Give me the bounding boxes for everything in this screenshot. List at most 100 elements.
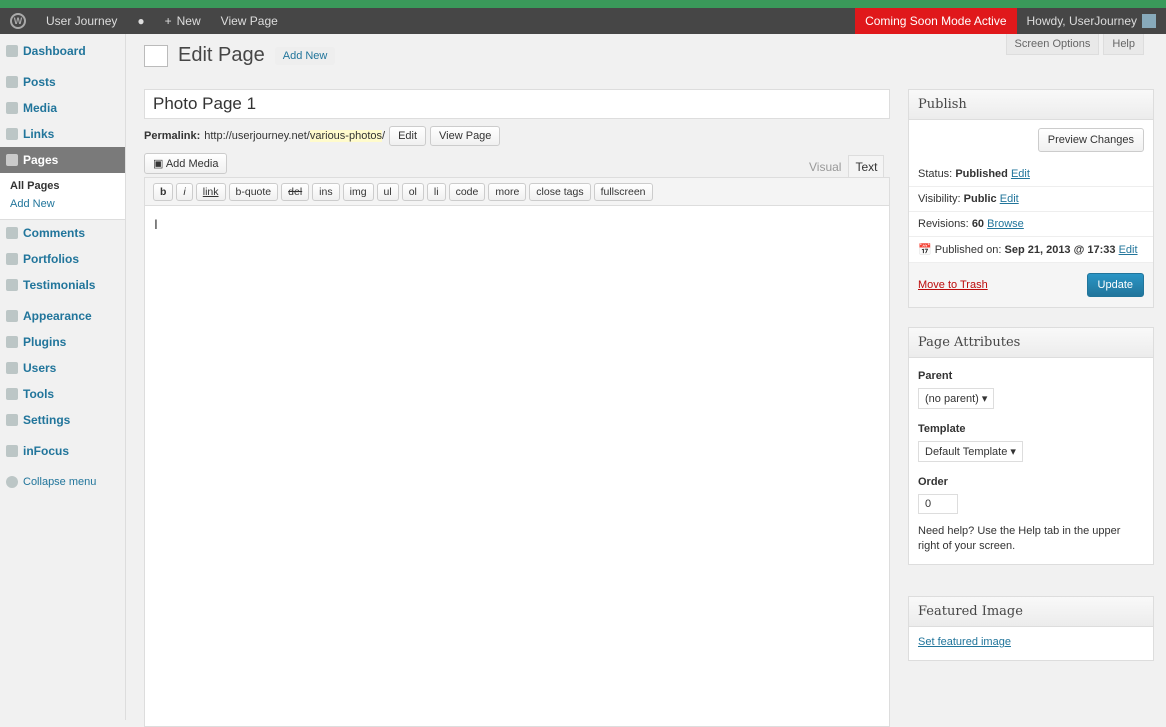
screen-options-button[interactable]: Screen Options xyxy=(1005,34,1100,55)
plugins-icon xyxy=(6,336,18,348)
tab-text[interactable]: Text xyxy=(848,155,885,179)
label: Pages xyxy=(23,153,59,167)
edit-visibility-link[interactable]: Edit xyxy=(1000,193,1019,205)
set-featured-image-link[interactable]: Set featured image xyxy=(918,636,1011,648)
calendar-icon: 📅 xyxy=(918,244,932,256)
status-value: Published xyxy=(955,168,1008,180)
edit-date-link[interactable]: Edit xyxy=(1119,244,1138,256)
label: Plugins xyxy=(23,335,67,349)
portfolio-icon xyxy=(6,253,18,265)
quicktag-ins-button[interactable]: ins xyxy=(312,182,340,201)
quicktag-img-button[interactable]: img xyxy=(342,182,374,201)
order-label: Order xyxy=(918,476,948,488)
edit-permalink-button[interactable]: Edit xyxy=(389,126,427,146)
content-editor[interactable]: b i link b-quote del ins img ul ol li code more clos… xyxy=(144,177,890,727)
sidebar-item-tools[interactable]: Tools xyxy=(0,381,125,407)
infocus-icon xyxy=(6,445,18,457)
quicktag-i-button[interactable]: i xyxy=(176,182,193,201)
collapse-menu-button[interactable]: Collapse menu xyxy=(0,469,125,495)
help-button[interactable]: Help xyxy=(1103,34,1144,55)
browse-revisions-link[interactable]: Browse xyxy=(987,218,1024,230)
sidebar-item-comments[interactable]: Comments xyxy=(0,220,125,246)
admin-sidebar: Dashboard Posts Media Links Pages All Pa… xyxy=(0,34,126,720)
wp-logo-menu[interactable]: W xyxy=(0,8,36,34)
publish-heading: Publish xyxy=(909,90,1153,120)
submenu-add-new[interactable]: Add New xyxy=(10,195,125,213)
quicktag-close-tags-button[interactable]: close tags xyxy=(529,182,591,201)
quicktag-fullscreen-button[interactable]: fullscreen xyxy=(593,182,653,201)
parent-select[interactable]: (no parent) ▾ xyxy=(918,388,995,409)
sidebar-item-portfolios[interactable]: Portfolios xyxy=(0,246,125,272)
link-icon xyxy=(6,128,18,140)
sidebar-item-links[interactable]: Links xyxy=(0,121,125,147)
new-content-menu[interactable]: + New xyxy=(155,8,211,34)
sidebar-item-appearance[interactable]: Appearance xyxy=(0,303,125,329)
sidebar-item-infocus[interactable]: inFocus xyxy=(0,438,125,464)
permalink-slug: various-photos xyxy=(309,130,382,142)
add-new-button[interactable]: Add New xyxy=(274,46,336,65)
label: Appearance xyxy=(23,309,92,323)
wordpress-icon: W xyxy=(10,13,26,29)
sidebar-item-testimonials[interactable]: Testimonials xyxy=(0,272,125,298)
quicktag-b-button[interactable]: b xyxy=(153,182,174,201)
quicktag-ol-button[interactable]: ol xyxy=(401,182,424,201)
sidebar-item-media[interactable]: Media xyxy=(0,95,125,121)
edit-status-link[interactable]: Edit xyxy=(1011,168,1030,180)
testimonials-icon xyxy=(6,279,18,291)
comments-icon xyxy=(6,227,18,239)
sidebar-item-settings[interactable]: Settings xyxy=(0,407,125,433)
pin-icon xyxy=(6,76,18,88)
appearance-icon xyxy=(6,310,18,322)
permalink-base: http://userjourney.net/ xyxy=(204,130,310,142)
quicktag-link-button[interactable]: link xyxy=(195,182,226,201)
template-label: Template xyxy=(918,423,966,435)
label: Users xyxy=(23,361,57,375)
add-media-label: Add Media xyxy=(165,158,219,170)
sidebar-item-plugins[interactable]: Plugins xyxy=(0,329,125,355)
quicktag-more-button[interactable]: more xyxy=(488,182,527,201)
label: Tools xyxy=(23,387,55,401)
howdy-label: Howdy, UserJourney xyxy=(1026,14,1137,28)
site-name-link[interactable]: User Journey xyxy=(36,8,127,34)
featured-image-box: Featured Image Set featured image xyxy=(908,596,1154,661)
sidebar-item-dashboard[interactable]: Dashboard xyxy=(0,38,125,64)
quicktag-b-quote-button[interactable]: b-quote xyxy=(228,182,279,201)
sidebar-item-pages[interactable]: Pages xyxy=(0,147,125,173)
view-page-button[interactable]: View Page xyxy=(430,126,501,146)
template-select[interactable]: Default Template ▾ xyxy=(918,441,1023,462)
page-attributes-heading: Page Attributes xyxy=(909,328,1153,358)
new-label: New xyxy=(176,14,201,28)
account-menu[interactable]: Howdy, UserJourney xyxy=(1017,8,1166,34)
preview-changes-button[interactable]: Preview Changes xyxy=(1037,128,1144,152)
permalink-url[interactable]: http://userjourney.net/various-photos/ xyxy=(204,130,385,142)
quicktag-code-button[interactable]: code xyxy=(448,182,486,201)
label: Portfolios xyxy=(23,252,79,266)
pages-icon xyxy=(144,44,168,67)
permalink-end: / xyxy=(382,130,386,142)
status-label: Status: xyxy=(918,168,953,180)
add-media-button[interactable]: ▣ Add Media xyxy=(144,153,228,174)
update-button[interactable]: Update xyxy=(1086,273,1144,297)
collapse-icon xyxy=(6,476,18,488)
move-to-trash-link[interactable]: Move to Trash xyxy=(918,279,988,291)
label: Dashboard xyxy=(23,44,86,58)
users-icon xyxy=(6,362,18,374)
coming-soon-badge[interactable]: Coming Soon Mode Active xyxy=(855,8,1017,34)
order-input[interactable]: 0 xyxy=(918,494,958,514)
label: Settings xyxy=(23,413,71,427)
sidebar-item-users[interactable]: Users xyxy=(0,355,125,381)
settings-icon xyxy=(6,414,18,426)
submenu-all-pages[interactable]: All Pages xyxy=(10,177,125,195)
title-input[interactable]: Photo Page 1 xyxy=(144,89,890,119)
sidebar-item-posts[interactable]: Posts xyxy=(0,69,125,95)
browser-bookmarks-bar xyxy=(0,0,1166,8)
tab-visual[interactable]: Visual xyxy=(802,155,848,179)
label: Collapse menu xyxy=(23,476,97,488)
view-page-link[interactable]: View Page xyxy=(211,8,288,34)
comments-icon[interactable]: ● xyxy=(127,8,154,34)
quicktag-ul-button[interactable]: ul xyxy=(376,182,399,201)
quicktag-li-button[interactable]: li xyxy=(426,182,446,201)
parent-value: (no parent) xyxy=(925,393,979,405)
quicktag-del-button[interactable]: del xyxy=(281,182,310,201)
published-on-label: Published on: xyxy=(934,244,1002,256)
